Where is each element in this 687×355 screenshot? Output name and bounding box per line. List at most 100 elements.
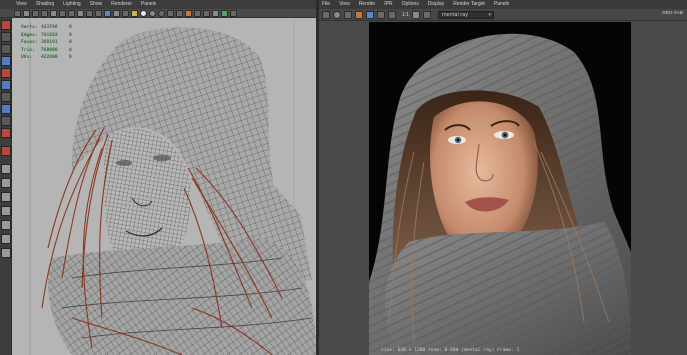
last-tool-icon[interactable]	[1, 128, 11, 138]
poly-count-hud: Verts: 423786 0 Edges: 781503 0 Faces: 3…	[21, 24, 83, 62]
menu-renderer[interactable]: Renderer	[111, 0, 132, 9]
hud-count: 0	[69, 40, 72, 46]
viewport-toolbar	[0, 9, 316, 18]
render-status-text: size: 638 x 1280 zoom: 0.600 (mental ray…	[381, 348, 520, 353]
hud-label: UVs:	[21, 55, 33, 61]
hud-value: 781503	[41, 32, 58, 38]
show-manip-icon[interactable]	[1, 116, 11, 126]
ratio-label[interactable]: 1:1	[402, 12, 409, 18]
motion-blur-icon[interactable]	[167, 9, 174, 17]
scale-tool-icon[interactable]	[1, 80, 11, 90]
xray-active-icon[interactable]	[212, 9, 219, 17]
film-gate-icon[interactable]	[59, 9, 66, 17]
menu-view[interactable]: View	[339, 0, 350, 9]
move-tool-icon[interactable]	[1, 56, 11, 66]
wireframe-icon[interactable]	[104, 9, 111, 17]
gamma-icon[interactable]	[221, 9, 228, 17]
refresh-ipr-icon[interactable]	[344, 10, 352, 19]
menu-show[interactable]: Show	[90, 0, 103, 9]
rotate-tool-icon[interactable]	[1, 68, 11, 78]
ipr-render-icon[interactable]	[333, 10, 341, 19]
persp-outliner-icon[interactable]	[1, 192, 11, 202]
redo-render-icon[interactable]	[322, 10, 330, 19]
lasso-icon[interactable]	[1, 32, 11, 42]
hud-row-tris: Tris: 768090 0	[21, 47, 83, 55]
persp-hypershade-icon[interactable]	[1, 220, 11, 230]
quick-layout-icon[interactable]	[1, 146, 11, 156]
hud-value: 368191	[41, 40, 58, 46]
uv-layout-icon[interactable]	[1, 248, 11, 258]
shadows-icon[interactable]	[149, 9, 156, 17]
menu-display[interactable]: Display	[428, 0, 444, 9]
keep-image-icon[interactable]	[411, 10, 420, 19]
render-region-icon[interactable]	[355, 10, 363, 19]
renderer-dropdown[interactable]: mental ray ▾	[437, 10, 494, 19]
menu-lighting[interactable]: Lighting	[63, 0, 81, 9]
grid-icon[interactable]	[50, 9, 57, 17]
gate-mask-icon[interactable]	[77, 9, 84, 17]
menu-render[interactable]: Render	[359, 0, 375, 9]
maya-workspace: View Shading Lighting Show Renderer Pane…	[0, 0, 687, 355]
render-canvas-margin-left	[319, 22, 369, 355]
menu-view[interactable]: View	[16, 0, 27, 9]
rendered-image[interactable]	[369, 22, 631, 355]
display-alpha-icon[interactable]	[388, 10, 396, 19]
resolution-gate-icon[interactable]	[68, 9, 75, 17]
chevron-down-icon: ▾	[488, 11, 491, 18]
single-pane-icon[interactable]	[1, 164, 11, 174]
hud-count: 0	[69, 47, 72, 53]
exposure-icon[interactable]	[230, 9, 237, 17]
camera-icon[interactable]	[14, 9, 21, 17]
tool-box	[0, 18, 12, 355]
hud-count: 0	[69, 32, 72, 38]
hud-row-uvs: UVs: 422890 0	[21, 54, 83, 62]
render-view-panel: File View Render IPR Options Display Ren…	[319, 0, 687, 355]
bookmark-icon[interactable]	[32, 9, 39, 17]
field-chart-icon[interactable]	[86, 9, 93, 17]
final-render-illustration	[369, 22, 631, 355]
hud-value: 768090	[41, 47, 58, 53]
menu-options[interactable]: Options	[402, 0, 419, 9]
textured-icon[interactable]	[131, 9, 138, 17]
menu-render-target[interactable]: Render Target	[453, 0, 485, 9]
hud-label: Edges:	[21, 32, 38, 38]
xray-joints-icon[interactable]	[203, 9, 210, 17]
isolate-select-icon[interactable]	[185, 9, 192, 17]
safe-action-icon[interactable]	[95, 9, 102, 17]
color-mode-readout: RBG 0AB	[662, 11, 683, 16]
wireframe-on-shaded-icon[interactable]	[122, 9, 129, 17]
display-rgb-icon[interactable]	[377, 10, 385, 19]
smooth-shade-icon[interactable]	[113, 9, 120, 17]
ambient-occlusion-icon[interactable]	[158, 9, 165, 17]
menu-ipr[interactable]: IPR	[384, 0, 392, 9]
render-view-menu-bar: File View Render IPR Options Display Ren…	[319, 0, 687, 9]
hud-row-edges: Edges: 781503 0	[21, 32, 83, 40]
menu-file[interactable]: File	[322, 0, 330, 9]
hud-label: Faces:	[21, 40, 38, 46]
snapshot-icon[interactable]	[366, 10, 374, 19]
renderer-value: mental ray	[441, 12, 469, 18]
lights-icon[interactable]	[140, 9, 147, 17]
menu-shading[interactable]: Shading	[36, 0, 54, 9]
hud-count: 0	[69, 25, 72, 30]
universal-manip-icon[interactable]	[1, 92, 11, 102]
soft-mod-icon[interactable]	[1, 104, 11, 114]
select-arrow-icon[interactable]	[1, 20, 11, 30]
persp-graph-icon[interactable]	[1, 206, 11, 216]
paint-select-icon[interactable]	[1, 44, 11, 54]
render-canvas-margin-right	[631, 22, 687, 355]
viewport-menu-bar: View Shading Lighting Show Renderer Pane…	[0, 0, 316, 9]
image-plane-icon[interactable]	[41, 9, 48, 17]
menu-panels[interactable]: Panels	[141, 0, 156, 9]
camera-attrs-icon[interactable]	[23, 9, 30, 17]
outliner-layout-icon[interactable]	[1, 234, 11, 244]
xray-icon[interactable]	[194, 9, 201, 17]
perspective-viewport[interactable]: Verts: 423786 0 Edges: 781503 0 Faces: 3…	[12, 18, 316, 355]
menu-panels[interactable]: Panels	[494, 0, 509, 9]
wireframe-model-render	[29, 18, 316, 355]
viewport-panel: View Shading Lighting Show Renderer Pane…	[0, 0, 316, 355]
hud-row-faces: Faces: 368191 0	[21, 39, 83, 47]
remove-image-icon[interactable]	[422, 10, 431, 19]
four-pane-icon[interactable]	[1, 178, 11, 188]
anti-alias-icon[interactable]	[176, 9, 183, 17]
